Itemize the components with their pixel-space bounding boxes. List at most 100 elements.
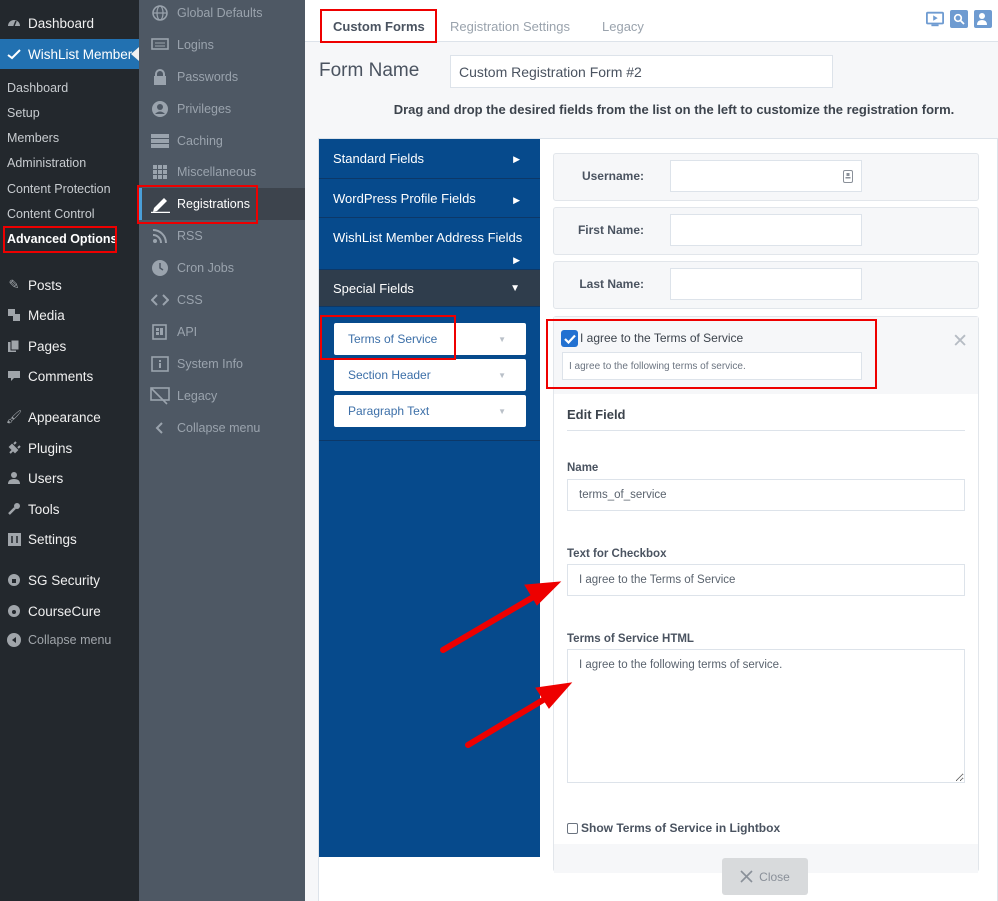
preview-row-last-name[interactable]: Last Name:: [553, 261, 979, 309]
caret-down-icon: ▼: [498, 406, 506, 416]
name-input[interactable]: [567, 479, 965, 511]
wlm-nav-global-defaults[interactable]: Global Defaults: [139, 0, 305, 29]
draggable-field-terms-of-service[interactable]: Terms of Service ▼: [334, 323, 526, 355]
close-button[interactable]: Close: [722, 858, 808, 895]
draggable-field-paragraph-text[interactable]: Paragraph Text ▼: [334, 395, 526, 427]
nav-label: Passwords: [177, 70, 239, 84]
user-settings-icon[interactable]: [974, 10, 992, 28]
rss-icon: [149, 227, 171, 245]
nav-label: Miscellaneous: [177, 165, 257, 179]
field-label: Section Header: [348, 368, 431, 382]
wp-menu-comments[interactable]: Comments: [0, 361, 139, 391]
menu-label: Users: [28, 470, 64, 486]
wlm-nav-registrations[interactable]: Registrations: [139, 188, 305, 220]
close-icon[interactable]: ✕: [952, 330, 968, 353]
lightbox-checkbox[interactable]: [567, 822, 578, 834]
tab-bar: Custom Forms Registration Settings Legac…: [305, 0, 998, 43]
edit-field-panel: Edit Field Name Text for Checkbox Terms …: [567, 407, 965, 835]
dashboard-icon: [0, 16, 28, 30]
first-name-input[interactable]: [670, 214, 862, 246]
wlm-submenu-administration[interactable]: Administration: [7, 156, 86, 170]
paintbrush-icon: 🖌: [5, 409, 23, 424]
info-icon: [149, 355, 171, 373]
form-name-input[interactable]: [450, 55, 833, 88]
wp-admin-sidebar: Dashboard WishList Member Dashboard Setu…: [0, 0, 139, 901]
preview-row-username[interactable]: Username:: [553, 153, 979, 201]
tab-legacy[interactable]: Legacy: [602, 10, 644, 42]
wp-menu-media[interactable]: Media: [0, 300, 139, 330]
category-special-fields[interactable]: Special Fields ▼: [319, 270, 540, 307]
wlm-nav-rss[interactable]: RSS: [139, 220, 305, 252]
wp-menu-pages[interactable]: Pages: [0, 331, 139, 361]
wlm-submenu-content-protection[interactable]: Content Protection: [7, 182, 111, 196]
tab-registration-settings[interactable]: Registration Settings: [450, 10, 570, 42]
last-name-input[interactable]: [670, 268, 862, 300]
wlm-nav-privileges[interactable]: Privileges: [139, 93, 305, 125]
wlm-nav-css[interactable]: CSS: [139, 284, 305, 316]
clock-icon: [149, 259, 171, 277]
field-label: Terms of Service: [348, 332, 438, 346]
lock-gear-icon: [0, 573, 28, 587]
wp-menu-coursecure[interactable]: CourseCure: [0, 596, 139, 626]
wlm-submenu-advanced-options[interactable]: Advanced Options: [7, 232, 117, 246]
wlm-nav-cron-jobs[interactable]: Cron Jobs: [139, 252, 305, 284]
monitor-icon: [149, 36, 171, 54]
menu-label: Posts: [28, 277, 62, 293]
caret-down-icon: ▼: [510, 283, 520, 294]
menu-label: Plugins: [28, 440, 73, 456]
wlm-nav-api[interactable]: API: [139, 316, 305, 348]
wp-menu-appearance[interactable]: 🖌 Appearance: [0, 402, 139, 432]
wp-menu-dashboard[interactable]: Dashboard: [0, 8, 139, 38]
wlm-submenu-members[interactable]: Members: [7, 131, 59, 145]
category-wordpress-profile-fields[interactable]: WordPress Profile Fields ▶: [319, 179, 540, 218]
wp-menu-users[interactable]: Users: [0, 463, 139, 493]
nav-label: RSS: [177, 229, 203, 243]
caret-right-icon: ▶: [513, 255, 520, 265]
wlm-nav-system-info[interactable]: System Info: [139, 348, 305, 380]
wlm-submenu-dashboard[interactable]: Dashboard: [7, 81, 68, 95]
nav-label: API: [177, 325, 198, 339]
lightbox-option[interactable]: Show Terms of Service in Lightbox: [567, 821, 780, 835]
wp-menu-settings[interactable]: Settings: [0, 524, 139, 554]
wp-menu-tools[interactable]: Tools: [0, 494, 139, 524]
wlm-nav-legacy[interactable]: Legacy: [139, 380, 305, 412]
wlm-nav-caching[interactable]: Caching: [139, 125, 305, 157]
field-label: Last Name:: [579, 277, 644, 291]
search-doc-icon[interactable]: [950, 10, 968, 28]
wlm-nav-miscellaneous[interactable]: Miscellaneous: [139, 156, 305, 188]
close-label: Close: [759, 869, 790, 884]
username-input[interactable]: [670, 160, 862, 192]
nav-label: Legacy: [177, 389, 218, 403]
tos-checkbox[interactable]: [561, 330, 578, 347]
wlm-submenu-setup[interactable]: Setup: [7, 106, 40, 120]
field-list-panel: Standard Fields ▶ WordPress Profile Fiel…: [319, 139, 540, 857]
caret-down-icon: ▼: [498, 334, 506, 344]
tos-html-textarea[interactable]: I agree to the following terms of servic…: [567, 649, 965, 783]
checkbox-text-input[interactable]: [567, 564, 965, 596]
help-icons: [926, 10, 992, 28]
lock-icon: [149, 68, 171, 86]
menu-label: Tools: [28, 501, 60, 517]
category-standard-fields[interactable]: Standard Fields ▶: [319, 139, 540, 179]
wp-collapse-menu[interactable]: Collapse menu: [0, 625, 139, 655]
wlm-nav-passwords[interactable]: Passwords: [139, 61, 305, 93]
category-wishlist-address-fields[interactable]: WishList Member Address Fields ▶: [319, 218, 540, 270]
draggable-field-section-header[interactable]: Section Header ▼: [334, 359, 526, 391]
form-name-label: Form Name: [319, 60, 420, 81]
wp-menu-sg-security[interactable]: SG Security: [0, 565, 139, 595]
main-content: Custom Forms Registration Settings Legac…: [305, 0, 998, 901]
wp-menu-posts[interactable]: ✎ Posts: [0, 270, 139, 300]
tab-custom-forms[interactable]: Custom Forms: [333, 10, 425, 43]
nav-label: System Info: [177, 357, 243, 371]
wp-menu-wishlist-member[interactable]: WishList Member: [0, 39, 139, 69]
wlm-collapse-menu[interactable]: Collapse menu: [139, 412, 305, 444]
wlm-nav-logins[interactable]: Logins: [139, 29, 305, 61]
nav-label: Cron Jobs: [177, 261, 234, 275]
tos-preview[interactable]: I agree to the Terms of Service I agree …: [554, 317, 978, 394]
video-icon[interactable]: [926, 10, 944, 28]
wlm-submenu-content-control[interactable]: Content Control: [7, 207, 95, 221]
preview-row-first-name[interactable]: First Name:: [553, 207, 979, 255]
wp-menu-plugins[interactable]: Plugins: [0, 433, 139, 463]
nav-label: Collapse menu: [177, 421, 261, 435]
contact-card-icon: [843, 170, 853, 183]
